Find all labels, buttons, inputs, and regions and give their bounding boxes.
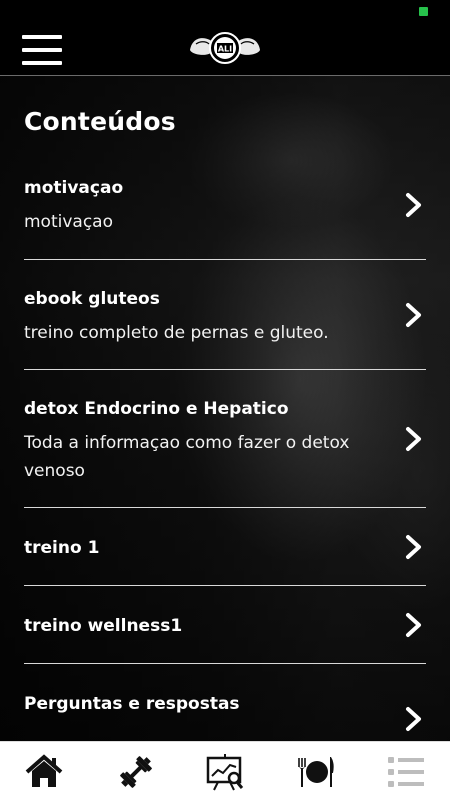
menu-icon[interactable] — [22, 35, 62, 65]
chart-presentation-icon[interactable] — [205, 753, 245, 791]
list-icon[interactable] — [386, 753, 426, 791]
list-item[interactable]: treino wellness1 — [24, 586, 426, 664]
bottom-navigation — [0, 741, 450, 800]
list-item-title: Perguntas e respostas — [24, 694, 240, 714]
list-item-title: detox Endocrino e Hepatico — [24, 399, 289, 419]
notification-indicator-icon — [419, 7, 428, 16]
list-item[interactable]: motivaçao motivaçao — [24, 152, 426, 260]
list-item-title: ebook gluteos — [24, 289, 160, 309]
content-list: motivaçao motivaçao ebook gluteos treino… — [24, 152, 426, 741]
dumbbell-icon[interactable] — [116, 753, 156, 791]
status-bar — [0, 0, 450, 22]
brand-logo: ALI — [190, 32, 260, 64]
chevron-right-icon — [406, 707, 421, 731]
list-item[interactable]: ebook gluteos treino completo de pernas … — [24, 260, 426, 370]
list-item-title: motivaçao — [24, 178, 124, 198]
home-icon[interactable] — [24, 753, 64, 791]
list-item-subtitle-line: Toda a informaçao como fazer o detox — [24, 433, 350, 453]
logo-text: ALI — [218, 45, 232, 54]
chevron-right-icon — [406, 535, 421, 559]
list-item-title: treino wellness1 — [24, 616, 183, 636]
plate-cutlery-icon[interactable] — [296, 753, 336, 791]
app-header: ALI — [0, 22, 450, 76]
list-item[interactable]: treino 1 — [24, 508, 426, 586]
list-item-subtitle: motivaçao — [24, 212, 113, 232]
chevron-right-icon — [406, 613, 421, 637]
list-item[interactable]: Perguntas e respostas — [24, 664, 426, 741]
list-item-subtitle-line: venoso — [24, 461, 85, 481]
chevron-right-icon — [406, 427, 421, 451]
page-title: Conteúdos — [24, 107, 176, 136]
list-item-title: treino 1 — [24, 538, 100, 558]
chevron-right-icon — [406, 193, 421, 217]
list-item-subtitle: treino completo de pernas e gluteo. — [24, 323, 329, 343]
list-item[interactable]: detox Endocrino e Hepatico Toda a inform… — [24, 370, 426, 508]
content-area: Conteúdos motivaçao motivaçao ebook glut… — [0, 77, 450, 741]
chevron-right-icon — [406, 303, 421, 327]
